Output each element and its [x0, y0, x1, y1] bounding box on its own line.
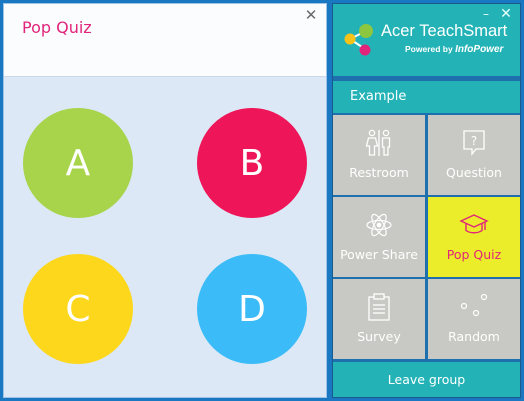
- answer-a-label: A: [65, 142, 91, 184]
- graduation-cap-icon: [459, 214, 489, 234]
- quiz-title: Pop Quiz: [22, 18, 92, 37]
- quiz-header: Pop Quiz ✕: [4, 4, 326, 77]
- powered-by-prefix: Powered by: [405, 44, 456, 54]
- survey-button[interactable]: Survey: [333, 279, 425, 359]
- minimize-button[interactable]: –: [479, 7, 493, 21]
- powered-by: Powered by InfoPower: [405, 44, 503, 55]
- answer-b-label: B: [239, 142, 265, 184]
- atom-icon: [366, 213, 392, 237]
- leave-group-button[interactable]: Leave group: [333, 362, 520, 397]
- restroom-icon: [365, 129, 391, 156]
- leave-group-label: Leave group: [387, 372, 466, 387]
- answer-d-button[interactable]: D: [197, 254, 307, 364]
- teachsmart-header: – ✕ Acer TeachSmart Powered by InfoPower: [333, 4, 520, 76]
- restroom-label: Restroom: [349, 165, 409, 180]
- survey-label: Survey: [357, 329, 401, 344]
- teachsmart-panel: – ✕ Acer TeachSmart Powered by InfoPower…: [332, 3, 521, 398]
- group-name: Example: [350, 89, 407, 104]
- answer-d-label: D: [238, 288, 266, 330]
- power-share-button[interactable]: Power Share: [333, 197, 425, 277]
- question-icon: ?: [463, 130, 485, 156]
- power-share-label: Power Share: [340, 247, 418, 262]
- random-button[interactable]: Random: [428, 279, 520, 359]
- answer-c-label: C: [65, 288, 91, 330]
- question-button[interactable]: ? Question: [428, 115, 520, 195]
- clipboard-icon: [368, 293, 390, 321]
- question-label: Question: [446, 165, 502, 180]
- group-bar: Example: [333, 81, 520, 113]
- answer-c-button[interactable]: C: [23, 254, 133, 364]
- pop-quiz-label: Pop Quiz: [446, 247, 502, 262]
- brand-title: Acer TeachSmart: [381, 22, 508, 40]
- dots-icon: [460, 293, 488, 317]
- answer-a-button[interactable]: A: [23, 108, 133, 218]
- svg-text:?: ?: [471, 134, 477, 148]
- infopower-brand: InfoPower: [455, 44, 504, 55]
- close-icon[interactable]: ✕: [302, 6, 320, 24]
- pop-quiz-button[interactable]: Pop Quiz: [428, 197, 520, 277]
- random-label: Random: [448, 329, 500, 344]
- pop-quiz-window: Pop Quiz ✕ A B C D: [3, 3, 327, 398]
- answer-b-button[interactable]: B: [197, 108, 307, 218]
- restroom-button[interactable]: Restroom: [333, 115, 425, 195]
- panel-close-button[interactable]: ✕: [499, 6, 513, 22]
- teachsmart-logo-icon: [344, 24, 373, 56]
